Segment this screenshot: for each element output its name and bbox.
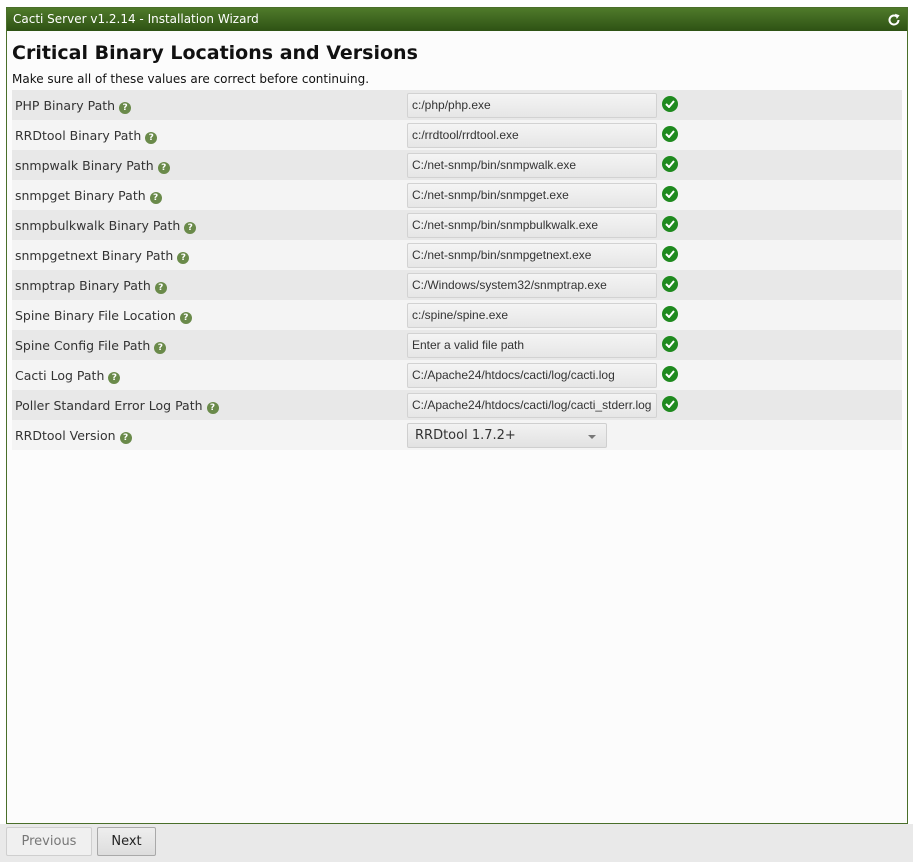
binary-paths-table: PHP Binary Path? c:/php/php.exe RRDtool Bi… bbox=[12, 90, 902, 420]
field-label: Spine Config File Path? bbox=[15, 338, 167, 354]
help-icon[interactable]: ? bbox=[157, 162, 170, 174]
help-icon[interactable]: ? bbox=[184, 222, 197, 234]
table-row: Cacti Log Path? C:/Apache24/htdocs/cacti/… bbox=[12, 360, 902, 390]
path-input[interactable]: c:/php/php.exe bbox=[407, 93, 657, 118]
table-row: RRDtool Binary Path? c:/rrdtool/rrdtool.e… bbox=[12, 120, 902, 150]
table-row: Spine Config File Path? Enter a valid fil… bbox=[12, 330, 902, 360]
wizard-content: Critical Binary Locations and Versions M… bbox=[7, 31, 907, 450]
check-icon bbox=[662, 246, 678, 262]
rrdtool-version-label: RRDtool Version? bbox=[15, 428, 132, 444]
path-input[interactable]: C:/Apache24/htdocs/cacti/log/cacti.log bbox=[407, 363, 657, 388]
check-icon bbox=[662, 276, 678, 292]
field-label: snmpbulkwalk Binary Path? bbox=[15, 218, 197, 234]
path-input[interactable]: C:/Apache24/htdocs/cacti/log/cacti_stder… bbox=[407, 393, 657, 418]
table-row: snmpgetnext Binary Path? C:/net-snmp/bin/… bbox=[12, 240, 902, 270]
help-icon[interactable]: ? bbox=[206, 402, 219, 414]
help-icon[interactable]: ? bbox=[119, 432, 132, 444]
path-input[interactable]: C:/Windows/system32/snmptrap.exe bbox=[407, 273, 657, 298]
field-label: Poller Standard Error Log Path? bbox=[15, 398, 219, 414]
help-icon[interactable]: ? bbox=[177, 252, 190, 264]
chevron-down-icon bbox=[588, 435, 596, 439]
path-input[interactable]: C:/net-snmp/bin/snmpbulkwalk.exe bbox=[407, 213, 657, 238]
table-row: snmpbulkwalk Binary Path? C:/net-snmp/bin… bbox=[12, 210, 902, 240]
table-row: Poller Standard Error Log Path? C:/Apache… bbox=[12, 390, 902, 420]
table-row: snmpwalk Binary Path? C:/net-snmp/bin/snm… bbox=[12, 150, 902, 180]
field-label: snmptrap Binary Path? bbox=[15, 278, 167, 294]
page-description: Make sure all of these values are correc… bbox=[12, 72, 370, 86]
path-input[interactable]: c:/spine/spine.exe bbox=[407, 303, 657, 328]
check-icon bbox=[662, 186, 678, 202]
path-input[interactable]: C:/net-snmp/bin/snmpwalk.exe bbox=[407, 153, 657, 178]
rrdtool-version-value: RRDtool 1.7.2+ bbox=[415, 428, 516, 443]
check-icon bbox=[662, 216, 678, 232]
field-label: RRDtool Binary Path? bbox=[15, 128, 158, 144]
table-row: PHP Binary Path? c:/php/php.exe bbox=[12, 90, 902, 120]
rrdtool-version-select[interactable]: RRDtool 1.7.2+ bbox=[407, 423, 607, 448]
help-icon[interactable]: ? bbox=[154, 282, 167, 294]
next-button[interactable]: Next bbox=[97, 827, 156, 856]
help-icon[interactable]: ? bbox=[145, 132, 158, 144]
field-label: Cacti Log Path? bbox=[15, 368, 121, 384]
check-icon bbox=[662, 96, 678, 112]
help-icon[interactable]: ? bbox=[149, 192, 162, 204]
table-row: snmpget Binary Path? C:/net-snmp/bin/snmp… bbox=[12, 180, 902, 210]
rrdtool-version-row: RRDtool Version? RRDtool 1.7.2+ bbox=[12, 420, 902, 450]
field-label: snmpget Binary Path? bbox=[15, 188, 162, 204]
check-icon bbox=[662, 156, 678, 172]
check-icon bbox=[662, 396, 678, 412]
page-title: Critical Binary Locations and Versions bbox=[12, 42, 418, 64]
table-row: Spine Binary File Location? c:/spine/spin… bbox=[12, 300, 902, 330]
installation-wizard: Cacti Server v1.2.14 - Installation Wiza… bbox=[6, 7, 908, 824]
help-icon[interactable]: ? bbox=[108, 372, 121, 384]
help-icon[interactable]: ? bbox=[119, 102, 132, 114]
path-input[interactable]: C:/net-snmp/bin/snmpget.exe bbox=[407, 183, 657, 208]
help-icon[interactable]: ? bbox=[154, 342, 167, 354]
path-input[interactable]: C:/net-snmp/bin/snmpgetnext.exe bbox=[407, 243, 657, 268]
table-row: snmptrap Binary Path? C:/Windows/system32… bbox=[12, 270, 902, 300]
check-icon bbox=[662, 126, 678, 142]
refresh-icon[interactable] bbox=[887, 12, 901, 26]
field-label: snmpgetnext Binary Path? bbox=[15, 248, 190, 264]
field-label: PHP Binary Path? bbox=[15, 98, 132, 114]
field-label: snmpwalk Binary Path? bbox=[15, 158, 170, 174]
help-icon[interactable]: ? bbox=[179, 312, 192, 324]
window-titlebar: Cacti Server v1.2.14 - Installation Wiza… bbox=[7, 8, 907, 31]
previous-button[interactable]: Previous bbox=[6, 827, 92, 856]
check-icon bbox=[662, 306, 678, 322]
path-input[interactable]: Enter a valid file path bbox=[407, 333, 657, 358]
field-label: Spine Binary File Location? bbox=[15, 308, 192, 324]
wizard-footer: Previous Next bbox=[0, 824, 913, 862]
check-icon bbox=[662, 366, 678, 382]
window-title: Cacti Server v1.2.14 - Installation Wiza… bbox=[13, 12, 259, 26]
check-icon bbox=[662, 336, 678, 352]
path-input[interactable]: c:/rrdtool/rrdtool.exe bbox=[407, 123, 657, 148]
